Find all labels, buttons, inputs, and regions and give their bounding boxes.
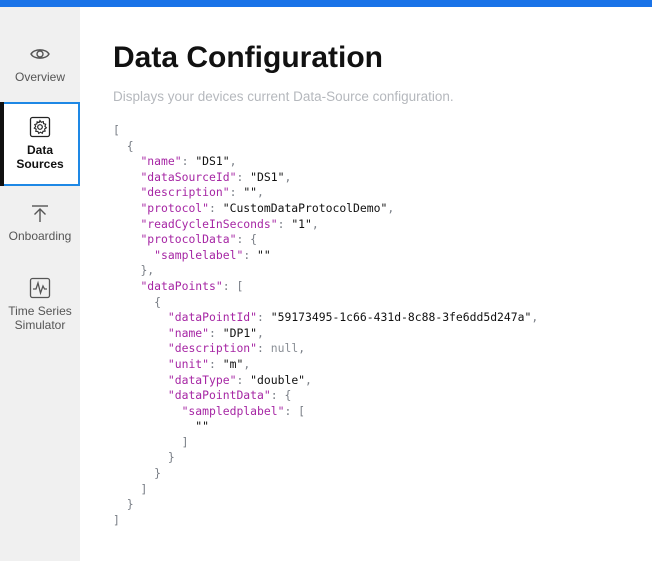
json-key: "unit" bbox=[167, 356, 210, 371]
nav-item-label: Time Series Simulator bbox=[8, 304, 72, 332]
gear-icon bbox=[29, 116, 51, 138]
json-key: "dataSourceId" bbox=[140, 169, 237, 184]
json-key: "protocolData" bbox=[140, 232, 237, 247]
json-value: "DS1" bbox=[195, 154, 230, 169]
json-value: "double" bbox=[250, 372, 306, 387]
json-key: "description" bbox=[167, 341, 258, 356]
nav-item-overview[interactable]: Overview bbox=[0, 43, 80, 93]
json-value: "CustomDataProtocolDemo" bbox=[222, 200, 388, 215]
json-value: "" bbox=[243, 185, 258, 200]
json-key: "name" bbox=[167, 325, 210, 340]
page-title: Data Configuration bbox=[113, 41, 383, 74]
json-value: "59173495-1c66-431d-8c88-3fe6dd5d247a" bbox=[270, 310, 532, 325]
eye-icon bbox=[30, 49, 50, 59]
nav-item-data-sources[interactable]: Data Sources bbox=[0, 102, 80, 186]
nav-item-time-series-simulator[interactable]: Time Series Simulator bbox=[0, 277, 80, 337]
nav-item-label: Overview bbox=[14, 70, 65, 84]
page-subtitle: Displays your devices current Data-Sourc… bbox=[113, 89, 454, 104]
json-key: "dataType" bbox=[167, 372, 237, 387]
json-null: null bbox=[270, 341, 299, 356]
json-value: "" bbox=[195, 419, 210, 434]
json-key: "dataPoints" bbox=[140, 278, 223, 293]
json-value: "" bbox=[257, 247, 271, 262]
nav-item-label: Data Sources bbox=[16, 143, 64, 171]
json-config-viewer: [ { "name": "DS1", "dataSourceId": "DS1"… bbox=[113, 123, 539, 527]
json-key: "samplelabel" bbox=[154, 247, 244, 262]
top-accent-bar bbox=[0, 0, 652, 7]
json-key: "sampledplabel" bbox=[181, 403, 285, 418]
json-key: "dataPointId" bbox=[167, 310, 258, 325]
json-key: "name" bbox=[140, 154, 182, 169]
json-key: "description" bbox=[140, 185, 230, 200]
json-key: "protocol" bbox=[140, 200, 210, 215]
sidebar: Overview Data Sources Onboarding Time Se… bbox=[0, 7, 80, 561]
json-value: "DS1" bbox=[250, 169, 285, 184]
json-value: "m" bbox=[222, 356, 244, 371]
json-key: "readCycleInSeconds" bbox=[140, 216, 278, 231]
json-key: "dataPointData" bbox=[167, 388, 271, 403]
waveform-icon bbox=[29, 277, 51, 299]
nav-item-label: Onboarding bbox=[8, 229, 72, 243]
nav-item-onboarding[interactable]: Onboarding bbox=[0, 202, 80, 252]
json-value: "1" bbox=[291, 216, 312, 231]
upload-arrow-icon bbox=[32, 205, 48, 222]
json-value: "DP1" bbox=[222, 325, 258, 340]
